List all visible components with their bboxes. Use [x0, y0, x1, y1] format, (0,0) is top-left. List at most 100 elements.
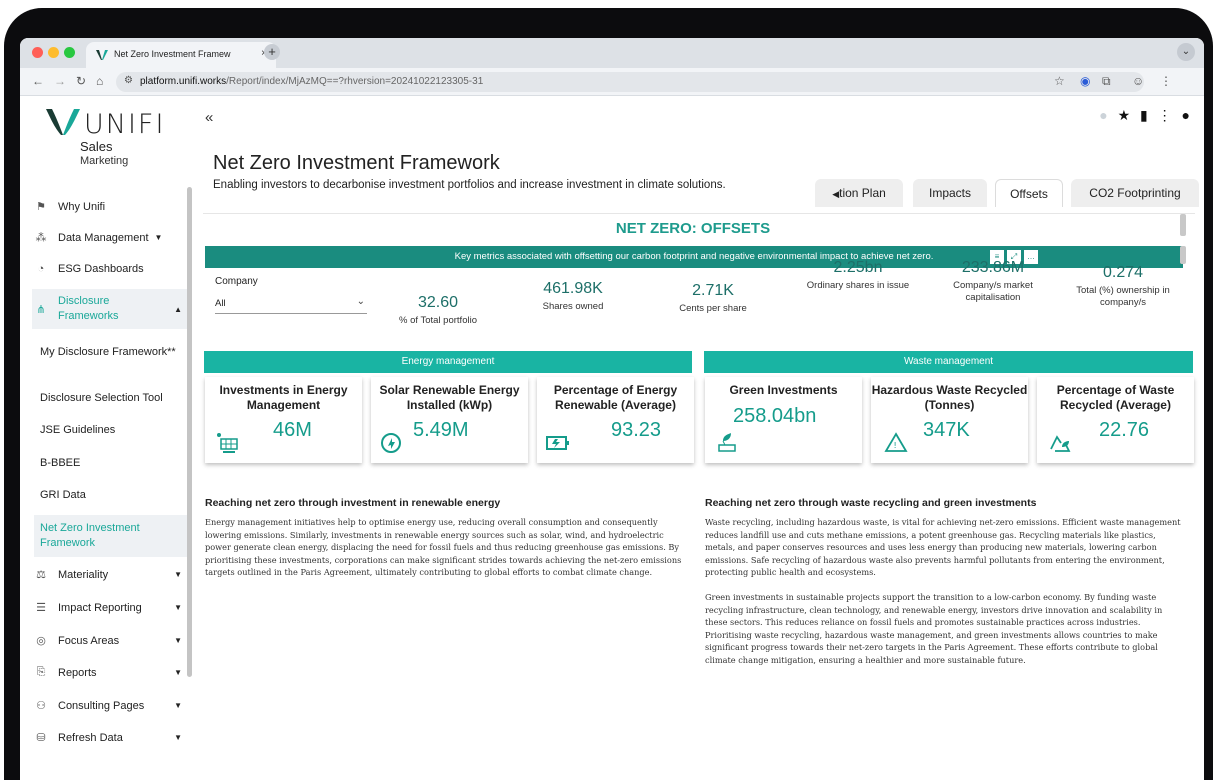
forward-arrow-icon[interactable]: → — [54, 74, 66, 88]
battery-icon — [546, 436, 569, 450]
sidebar-item-refresh-data[interactable]: ⛁ Refresh Data ▼ — [32, 731, 190, 745]
card-title: Hazardous Waste Recycled (Tonnes) — [871, 383, 1028, 412]
handshake-icon: ⚇ — [36, 700, 46, 712]
caret-down-icon: ▼ — [174, 668, 182, 677]
sidebar-item-reports[interactable]: ⎘ Reports ▼ — [32, 666, 190, 679]
browser-menu-icon[interactable]: ⋮ — [1160, 74, 1172, 88]
card-green-investments: Green Investments 258.04bn — [705, 377, 862, 463]
url-input[interactable]: ⚙ platform.unifi.works/Report/index/MjAz… — [116, 72, 1144, 92]
tab-impacts[interactable]: Impacts — [913, 179, 987, 207]
browser-tab-title: Net Zero Investment Framew — [114, 49, 231, 59]
sidebar-subitem-disclosure-tool[interactable]: Disclosure Selection Tool — [40, 391, 190, 406]
report-scrollbar[interactable] — [1180, 214, 1186, 236]
sidebar-item-focus-areas[interactable]: ◎ Focus Areas ▼ — [32, 634, 190, 648]
laptop-frame: Net Zero Investment Framew × + ⌄ ← → ↻ ⌂… — [0, 0, 1217, 780]
sidebar-subitem-jse[interactable]: JSE Guidelines — [40, 423, 190, 438]
sidebar-item-esg-dashboards[interactable]: ◔ ESG Dashboards — [32, 263, 190, 275]
caret-down-icon: ▼ — [174, 570, 182, 579]
tab-offsets[interactable]: Offsets — [995, 179, 1063, 207]
caret-up-icon: ▲ — [174, 304, 182, 314]
sidebar-item-impact-reporting[interactable]: ☰ Impact Reporting ▼ — [32, 601, 190, 615]
tab-co2-footprinting[interactable]: CO2 Footprinting — [1071, 179, 1199, 207]
list-icon: ☰ — [36, 602, 46, 614]
kpi-label: Total (%) ownership in company/s — [1076, 285, 1170, 308]
company-filter-value: All — [215, 298, 226, 309]
browser-window: Net Zero Investment Framew × + ⌄ ← → ↻ ⌂… — [20, 38, 1204, 780]
extensions-puzzle-icon[interactable]: ⧉ — [1102, 74, 1111, 89]
kpi-total-portfolio: 32.60 % of Total portfolio — [383, 294, 493, 327]
home-icon[interactable]: ⌂ — [96, 74, 103, 88]
card-value: 93.23 — [611, 419, 662, 441]
sidebar-subitem-gri[interactable]: GRI Data — [40, 488, 190, 503]
chevron-down-icon: ⌄ — [356, 296, 365, 307]
card-value: 22.76 — [1099, 419, 1150, 441]
sidebar-item-label: Data Management — [58, 231, 149, 244]
sidebar-item-materiality[interactable]: ⚖ Materiality ▼ — [32, 568, 190, 582]
user-avatar-icon[interactable]: ● — [1182, 107, 1190, 123]
green-investment-icon — [718, 433, 736, 452]
target-icon: ◎ — [36, 635, 46, 647]
kpi-value: 32.60 — [417, 294, 459, 311]
sidebar-subitem-net-zero[interactable]: Net Zero Investment Framework — [34, 515, 190, 557]
sidebar-subitem-bbbee[interactable]: B-BBEE — [40, 456, 190, 471]
favourite-star-icon[interactable]: ★ — [1118, 107, 1131, 123]
sidebar: UNIFI Sales Marketing ⚑ Why Unifi ⁂ Data… — [20, 97, 195, 780]
card-hazardous-waste: Hazardous Waste Recycled (Tonnes) ! 347K — [871, 377, 1028, 463]
unifi-logo-icon — [46, 109, 80, 135]
hierarchy-icon: ⋔ — [36, 303, 46, 316]
company-filter-label: Company — [215, 276, 258, 287]
solar-panel-icon — [217, 433, 238, 453]
network-icon: ⁂ — [35, 232, 47, 244]
tab-search-icon[interactable]: ⌄ — [1177, 43, 1195, 61]
bookmark-icon[interactable]: ▮ — [1140, 107, 1148, 123]
sidebar-item-label: Refresh Data — [58, 731, 123, 744]
minimize-window-button[interactable] — [48, 47, 59, 58]
collapse-sidebar-button[interactable]: « — [205, 109, 213, 126]
bookmark-star-icon[interactable]: ☆ — [1054, 74, 1065, 88]
search-icon[interactable]: ● — [1099, 107, 1107, 123]
site-info-icon[interactable]: ⚙ — [124, 75, 133, 86]
sidebar-subitem-my-disclosure[interactable]: My Disclosure Framework** — [40, 345, 190, 360]
back-arrow-icon[interactable]: ← — [32, 74, 44, 88]
card-value: 258.04bn — [733, 405, 817, 427]
new-tab-button[interactable]: + — [264, 44, 280, 60]
card-solar-installed: Solar Renewable Energy Installed (kWp) 5… — [371, 377, 528, 463]
page-subtitle: Enabling investors to decarbonise invest… — [213, 179, 726, 191]
more-menu-icon[interactable]: ⋮ — [1158, 107, 1172, 123]
kpi-ownership: 0.274 Total (%) ownership in company/s — [1063, 264, 1183, 309]
kpi-value: 2.71K — [692, 282, 734, 299]
sidebar-item-data-management[interactable]: ⁂ Data Management ▼ — [32, 231, 190, 245]
url-path: /Report/index/MjAzMQ==?rhversion=2024102… — [226, 76, 484, 87]
kpi-label: Company/s market capitalisation — [953, 280, 1033, 303]
tab-action-plan[interactable]: ◀tion Plan — [815, 179, 903, 207]
extension-icon[interactable]: ◉ — [1080, 74, 1090, 88]
sidebar-item-disclosure-frameworks[interactable]: ⋔ Disclosure Frameworks ▲ — [32, 289, 190, 329]
logo-text: UNIFI — [84, 109, 166, 140]
profile-icon[interactable]: ☺ — [1132, 74, 1144, 88]
caret-down-icon: ▼ — [174, 701, 182, 710]
sidebar-item-label: Focus Areas — [58, 634, 120, 647]
address-bar-row: ← → ↻ ⌂ ⚙ platform.unifi.works/Report/in… — [20, 68, 1204, 96]
reload-icon[interactable]: ↻ — [76, 74, 86, 88]
banner-scrollbar[interactable] — [1180, 246, 1186, 264]
kpi-label: Shares owned — [542, 301, 604, 312]
user-role-subtitle: Marketing — [80, 155, 129, 167]
maximize-window-button[interactable] — [64, 47, 75, 58]
header-actions: ● ★ ▮ ⋮ ● — [1099, 107, 1190, 124]
kpi-value: 0.274 — [1102, 264, 1144, 281]
caret-down-icon: ▼ — [174, 603, 182, 612]
card-title: Green Investments — [729, 383, 838, 397]
sidebar-scrollbar[interactable] — [187, 187, 192, 677]
waste-recycling-text: Waste recycling, including hazardous was… — [705, 517, 1181, 577]
close-window-button[interactable] — [32, 47, 43, 58]
sidebar-item-label: Reports — [58, 666, 97, 679]
caret-down-icon: ▼ — [174, 636, 182, 645]
waste-recycling-heading: Reaching net zero through waste recyclin… — [705, 497, 1037, 509]
company-filter-select[interactable]: All ⌄ — [215, 294, 367, 314]
page-title: Net Zero Investment Framework — [213, 152, 500, 174]
app-container: UNIFI Sales Marketing ⚑ Why Unifi ⁂ Data… — [20, 97, 1204, 780]
browser-tab[interactable]: Net Zero Investment Framew × — [86, 42, 276, 68]
green-investment-text: Green investments in sustainable project… — [705, 592, 1163, 665]
sidebar-item-consulting[interactable]: ⚇ Consulting Pages ▼ — [32, 699, 190, 713]
sidebar-item-why-unifi[interactable]: ⚑ Why Unifi — [32, 200, 190, 214]
